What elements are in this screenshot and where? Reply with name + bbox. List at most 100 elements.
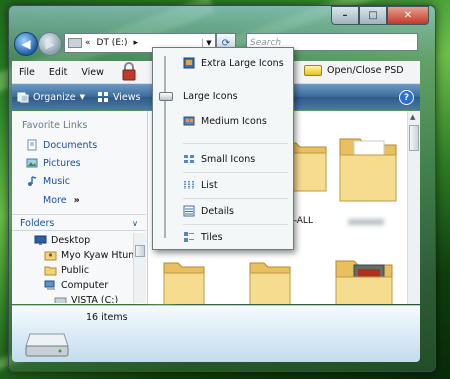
- menu-separator: [183, 143, 288, 144]
- content-scrollbar[interactable]: ▲: [407, 111, 420, 304]
- forward-button[interactable]: ▶: [38, 32, 62, 56]
- menu-file[interactable]: File: [12, 67, 42, 78]
- views-label: Views: [112, 91, 141, 103]
- views-button[interactable]: Views: [92, 91, 146, 103]
- menu-view[interactable]: View: [74, 67, 111, 78]
- address-dropdown-icon[interactable]: ▼: [202, 39, 215, 47]
- tree-item-public[interactable]: Public: [44, 265, 89, 276]
- drive-icon: [25, 333, 69, 357]
- views-menu: Extra Large Icons Large Icons Medium Ico…: [152, 47, 294, 250]
- menu-item-small-icons[interactable]: Small Icons: [183, 153, 255, 165]
- menu-item-label: List: [201, 179, 218, 191]
- menu-item-label: Details: [201, 205, 234, 217]
- documents-icon: [27, 139, 37, 151]
- more-link[interactable]: More »: [43, 195, 80, 206]
- favorite-label: Documents: [43, 139, 98, 151]
- tree-item-label: Computer: [61, 280, 109, 291]
- organize-button[interactable]: Organize ▼: [12, 91, 90, 103]
- user-folder-icon: [44, 251, 57, 261]
- tree-item-computer[interactable]: Computer: [44, 280, 108, 291]
- content-scroll-thumb[interactable]: [409, 125, 419, 151]
- tree-scrollbar[interactable]: [133, 233, 146, 303]
- minimize-button[interactable]: –: [331, 6, 359, 25]
- favorite-links-title: Favorite Links: [22, 120, 88, 131]
- menu-item-medium-icons[interactable]: Medium Icons: [183, 115, 267, 127]
- menu-item-large-icons[interactable]: Large Icons: [183, 91, 238, 102]
- drive-icon: [54, 297, 67, 303]
- menu-separator: [183, 172, 288, 173]
- organize-icon: [17, 92, 29, 103]
- tree-item-desktop[interactable]: Desktop: [34, 235, 90, 246]
- tree-item-vista-drive[interactable]: VISTA (C:): [54, 295, 118, 303]
- small-icons-icon: [184, 155, 194, 163]
- address-segment-arrow[interactable]: ▸: [131, 38, 142, 48]
- details-icon: [183, 205, 195, 217]
- folder-icon[interactable]: [334, 255, 396, 304]
- open-close-psd-button[interactable]: Open/Close PSD: [304, 65, 404, 76]
- folder-icon[interactable]: [248, 257, 292, 304]
- drive-small-icon: [68, 38, 82, 48]
- maximize-button[interactable]: □: [359, 6, 387, 25]
- menu-item-label: Medium Icons: [201, 115, 267, 127]
- folder-icon: [44, 266, 57, 276]
- list-icon: [184, 181, 194, 189]
- extra-large-icons-icon: [183, 57, 195, 69]
- folders-header[interactable]: Folders ∨: [12, 214, 146, 231]
- help-button[interactable]: ?: [399, 90, 414, 105]
- menu-item-label: Extra Large Icons: [201, 57, 284, 69]
- menu-item-extra-large-icons[interactable]: Extra Large Icons: [183, 57, 284, 69]
- tree-item-label: Public: [61, 265, 90, 276]
- drive-eject-icon: [304, 65, 322, 76]
- music-icon: [28, 176, 37, 186]
- favorite-label: Music: [43, 175, 71, 187]
- caption-buttons: – □ ✕: [331, 6, 429, 25]
- medium-icons-icon: [183, 116, 195, 126]
- menu-item-list[interactable]: List: [183, 179, 218, 191]
- tree-item-label: VISTA (C:): [71, 295, 119, 303]
- chevron-down-icon: ∨: [132, 219, 138, 228]
- details-pane: 16 items: [12, 305, 420, 362]
- more-label: More: [43, 195, 67, 206]
- forward-arrow-icon: ▶: [45, 37, 55, 51]
- folder-icon[interactable]: [336, 131, 400, 207]
- tree-scroll-thumb[interactable]: [135, 245, 145, 257]
- double-chevron-icon: »: [73, 195, 80, 206]
- view-size-slider[interactable]: [164, 56, 166, 238]
- menu-item-details[interactable]: Details: [183, 205, 234, 217]
- folder-icon[interactable]: [162, 257, 206, 304]
- back-arrow-icon: ◀: [21, 37, 31, 51]
- favorite-label: Pictures: [43, 157, 81, 169]
- close-button[interactable]: ✕: [387, 6, 429, 25]
- tree-item-label: Myo Kyaw Htun: [61, 250, 135, 261]
- address-chevron[interactable]: «: [82, 38, 94, 48]
- address-segment-drive[interactable]: DT (E:): [94, 38, 131, 48]
- menu-item-label: Small Icons: [201, 153, 256, 165]
- pictures-icon: [26, 158, 38, 168]
- favorite-music[interactable]: Music: [26, 175, 70, 187]
- navigation-pane: Favorite Links Documents Pictures Music …: [12, 111, 148, 304]
- item-count: 16 items: [86, 312, 128, 323]
- lock-icon[interactable]: [121, 61, 137, 81]
- organize-label: Organize: [33, 91, 76, 103]
- computer-icon: [44, 280, 55, 290]
- blurred-folder-label: [348, 219, 384, 225]
- view-size-slider-thumb[interactable]: [159, 92, 173, 101]
- favorite-documents[interactable]: Documents: [26, 139, 97, 151]
- tiles-icon: [184, 232, 194, 242]
- back-button[interactable]: ◀: [14, 32, 38, 56]
- folders-title: Folders: [20, 218, 55, 229]
- favorite-pictures[interactable]: Pictures: [26, 157, 81, 169]
- views-icon: [97, 92, 108, 102]
- menu-item-label: Large Icons: [183, 91, 238, 102]
- menu-separator: [183, 224, 288, 225]
- tree-item-label: Desktop: [51, 235, 91, 246]
- desktop-icon: [34, 235, 47, 245]
- chevron-down-icon: ▼: [79, 93, 85, 101]
- menu-item-label: Tiles: [201, 231, 223, 243]
- open-close-psd-label: Open/Close PSD: [327, 65, 404, 76]
- menu-edit[interactable]: Edit: [42, 67, 74, 78]
- menu-separator: [183, 198, 288, 199]
- tree-item-user[interactable]: Myo Kyaw Htun: [44, 250, 134, 261]
- scroll-up-icon[interactable]: ▲: [410, 113, 415, 121]
- menu-item-tiles[interactable]: Tiles: [183, 231, 223, 243]
